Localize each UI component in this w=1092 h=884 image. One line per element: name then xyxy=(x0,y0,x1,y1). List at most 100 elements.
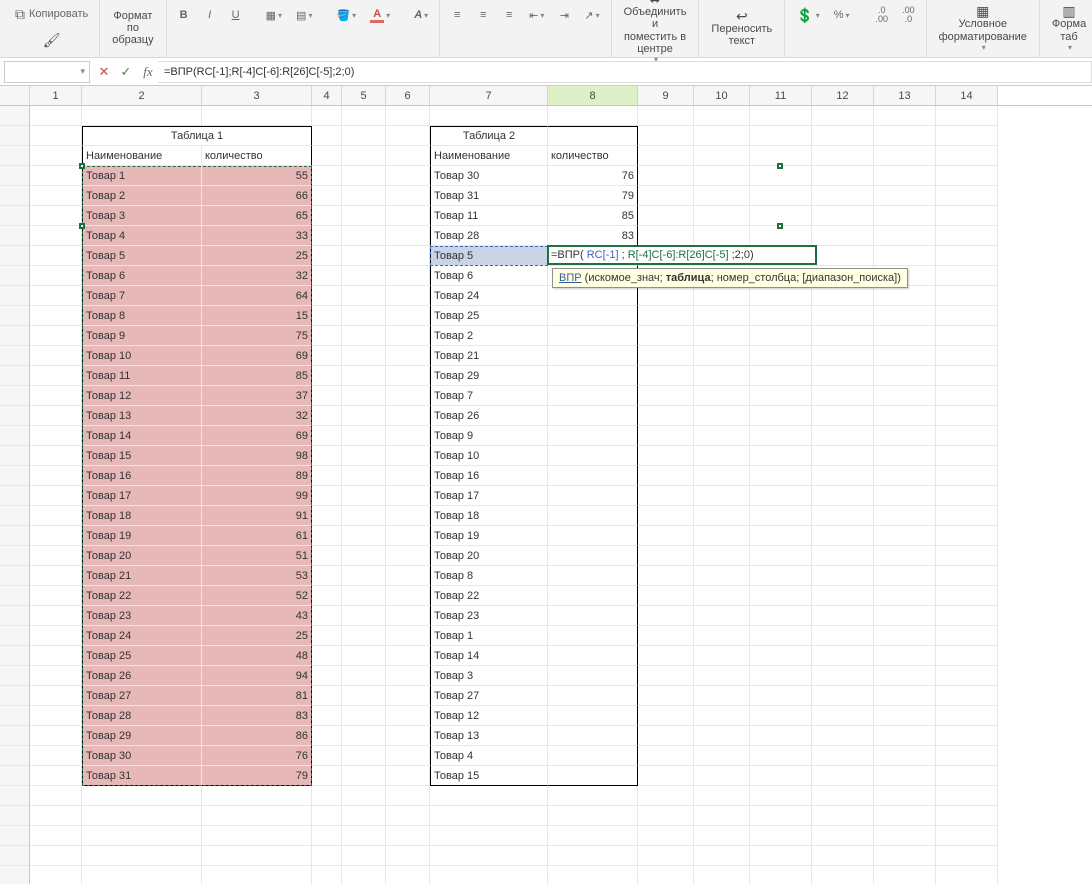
cell[interactable] xyxy=(30,326,82,346)
cell[interactable]: 66 xyxy=(202,186,312,206)
cell[interactable] xyxy=(548,866,638,884)
cell[interactable] xyxy=(202,826,312,846)
cell[interactable]: 65 xyxy=(202,206,312,226)
cell[interactable]: Товар 5 xyxy=(430,246,548,266)
cell[interactable]: Товар 4 xyxy=(82,226,202,246)
cell[interactable]: 33 xyxy=(202,226,312,246)
cell[interactable]: Товар 24 xyxy=(430,286,548,306)
cell[interactable]: 83 xyxy=(548,226,638,246)
cell[interactable]: 25 xyxy=(202,246,312,266)
cell[interactable] xyxy=(386,566,430,586)
cell[interactable] xyxy=(936,506,998,526)
cell[interactable] xyxy=(874,226,936,246)
align-center-button[interactable]: ≡ xyxy=(472,4,494,26)
cell[interactable] xyxy=(342,686,386,706)
increase-decimals-button[interactable]: .0.00 xyxy=(871,4,894,26)
cell[interactable] xyxy=(936,346,998,366)
cell[interactable]: Товар 31 xyxy=(82,766,202,786)
column-header[interactable]: 14 xyxy=(936,86,998,105)
cell[interactable] xyxy=(936,826,998,846)
cell[interactable]: Товар 14 xyxy=(82,426,202,446)
cell[interactable] xyxy=(936,686,998,706)
cell[interactable] xyxy=(386,346,430,366)
cell[interactable] xyxy=(30,466,82,486)
cell[interactable]: Товар 5 xyxy=(82,246,202,266)
cell[interactable] xyxy=(936,226,998,246)
cell[interactable] xyxy=(874,786,936,806)
cell[interactable]: Товар 20 xyxy=(430,546,548,566)
column-header[interactable]: 11 xyxy=(750,86,812,105)
cell[interactable] xyxy=(312,866,342,884)
cell[interactable] xyxy=(548,606,638,626)
row-header[interactable] xyxy=(0,146,30,166)
cell[interactable] xyxy=(548,706,638,726)
cell[interactable] xyxy=(342,666,386,686)
cell[interactable]: Наименование xyxy=(82,146,202,166)
cell[interactable] xyxy=(312,766,342,786)
cell[interactable] xyxy=(386,126,430,146)
cell[interactable] xyxy=(30,846,82,866)
cell[interactable] xyxy=(312,106,342,126)
cell[interactable] xyxy=(312,686,342,706)
cell[interactable] xyxy=(548,686,638,706)
cell[interactable]: Товар 22 xyxy=(82,586,202,606)
cell[interactable] xyxy=(874,466,936,486)
cell[interactable] xyxy=(342,486,386,506)
cell[interactable] xyxy=(386,246,430,266)
cell[interactable]: Товар 28 xyxy=(430,226,548,246)
cell[interactable] xyxy=(750,226,812,246)
cell[interactable] xyxy=(386,706,430,726)
cell[interactable] xyxy=(638,806,694,826)
cell[interactable] xyxy=(874,586,936,606)
cell[interactable] xyxy=(342,126,386,146)
cell[interactable]: Товар 31 xyxy=(430,186,548,206)
cell[interactable] xyxy=(312,306,342,326)
cell[interactable] xyxy=(342,306,386,326)
cell[interactable] xyxy=(30,346,82,366)
cell[interactable] xyxy=(548,526,638,546)
cell[interactable] xyxy=(638,426,694,446)
cell[interactable] xyxy=(430,866,548,884)
cell[interactable] xyxy=(638,646,694,666)
cell[interactable] xyxy=(342,626,386,646)
cell[interactable]: Товар 4 xyxy=(430,746,548,766)
cell[interactable] xyxy=(342,846,386,866)
cell[interactable] xyxy=(936,186,998,206)
cell[interactable]: Товар 3 xyxy=(430,666,548,686)
cell[interactable]: Товар 30 xyxy=(430,166,548,186)
cell[interactable] xyxy=(874,146,936,166)
spreadsheet-grid[interactable]: 1234567891011121314 Таблица 1Таблица 2На… xyxy=(0,86,1092,884)
cell[interactable] xyxy=(694,666,750,686)
cell[interactable] xyxy=(638,606,694,626)
cell[interactable] xyxy=(312,646,342,666)
row-header[interactable] xyxy=(0,486,30,506)
cell[interactable] xyxy=(874,326,936,346)
cell[interactable] xyxy=(548,626,638,646)
cell[interactable] xyxy=(812,526,874,546)
column-header[interactable]: 6 xyxy=(386,86,430,105)
cell[interactable] xyxy=(750,106,812,126)
cell[interactable] xyxy=(430,106,548,126)
cell[interactable] xyxy=(548,806,638,826)
cell[interactable] xyxy=(874,186,936,206)
cell[interactable]: Товар 11 xyxy=(82,366,202,386)
cell[interactable] xyxy=(750,766,812,786)
cell[interactable] xyxy=(812,766,874,786)
row-header[interactable] xyxy=(0,166,30,186)
cell[interactable] xyxy=(812,866,874,884)
cell[interactable] xyxy=(386,486,430,506)
cell[interactable]: Товар 10 xyxy=(82,346,202,366)
cell[interactable] xyxy=(342,526,386,546)
cell[interactable]: 86 xyxy=(202,726,312,746)
cell[interactable]: 53 xyxy=(202,566,312,586)
cell[interactable]: Товар 17 xyxy=(430,486,548,506)
currency-button[interactable]: 💲 xyxy=(791,4,824,26)
cell[interactable] xyxy=(812,366,874,386)
row-header[interactable] xyxy=(0,626,30,646)
column-header[interactable]: 7 xyxy=(430,86,548,105)
cell[interactable] xyxy=(30,186,82,206)
cell[interactable] xyxy=(312,626,342,646)
cell[interactable]: Товар 2 xyxy=(430,326,548,346)
cell[interactable] xyxy=(812,386,874,406)
column-header[interactable]: 13 xyxy=(874,86,936,105)
